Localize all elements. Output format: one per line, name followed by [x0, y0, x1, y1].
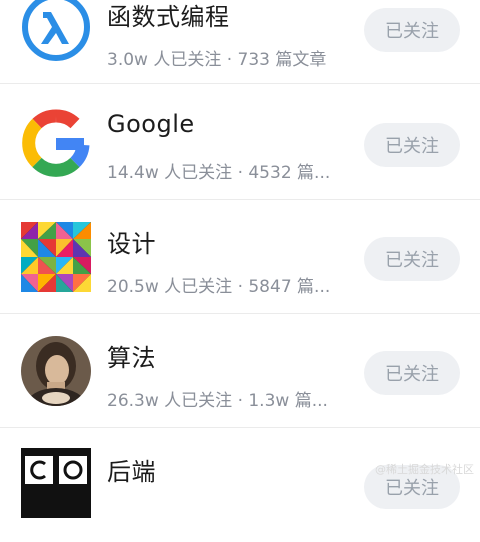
topic-title: 后端: [107, 458, 156, 486]
topic-title: 设计: [107, 230, 156, 258]
topic-meta: 26.3w 人已关注 · 1.3w 篇...: [107, 391, 328, 411]
followed-button[interactable]: 已关注: [364, 123, 460, 167]
topic-row[interactable]: 后端 已关注: [0, 428, 480, 542]
topic-title: Google: [107, 110, 195, 138]
topic-meta: 3.0w 人已关注 · 733 篇文章: [107, 50, 327, 70]
topic-meta: 20.5w 人已关注 · 5847 篇...: [107, 277, 331, 297]
topic-meta: 14.4w 人已关注 · 4532 篇...: [107, 163, 331, 183]
co-logo-icon: [21, 448, 91, 518]
google-logo-icon: [21, 108, 91, 178]
topic-row[interactable]: Google 14.4w 人已关注 · 4532 篇... 已关注: [0, 86, 480, 200]
followed-button[interactable]: 已关注: [364, 8, 460, 52]
followed-button[interactable]: 已关注: [364, 237, 460, 281]
watermark: @稀土掘金技术社区: [375, 463, 474, 476]
topic-row[interactable]: 算法 26.3w 人已关注 · 1.3w 篇... 已关注: [0, 314, 480, 428]
portrait-avatar: [21, 335, 91, 406]
geometric-pattern-icon: [21, 221, 91, 292]
topic-title: 函数式编程: [107, 3, 230, 31]
topic-title: 算法: [107, 344, 156, 372]
topic-row[interactable]: 设计 20.5w 人已关注 · 5847 篇... 已关注: [0, 200, 480, 314]
followed-button[interactable]: 已关注: [364, 351, 460, 395]
lambda-icon: [21, 0, 91, 62]
topic-row[interactable]: 函数式编程 3.0w 人已关注 · 733 篇文章 已关注: [0, 0, 480, 84]
